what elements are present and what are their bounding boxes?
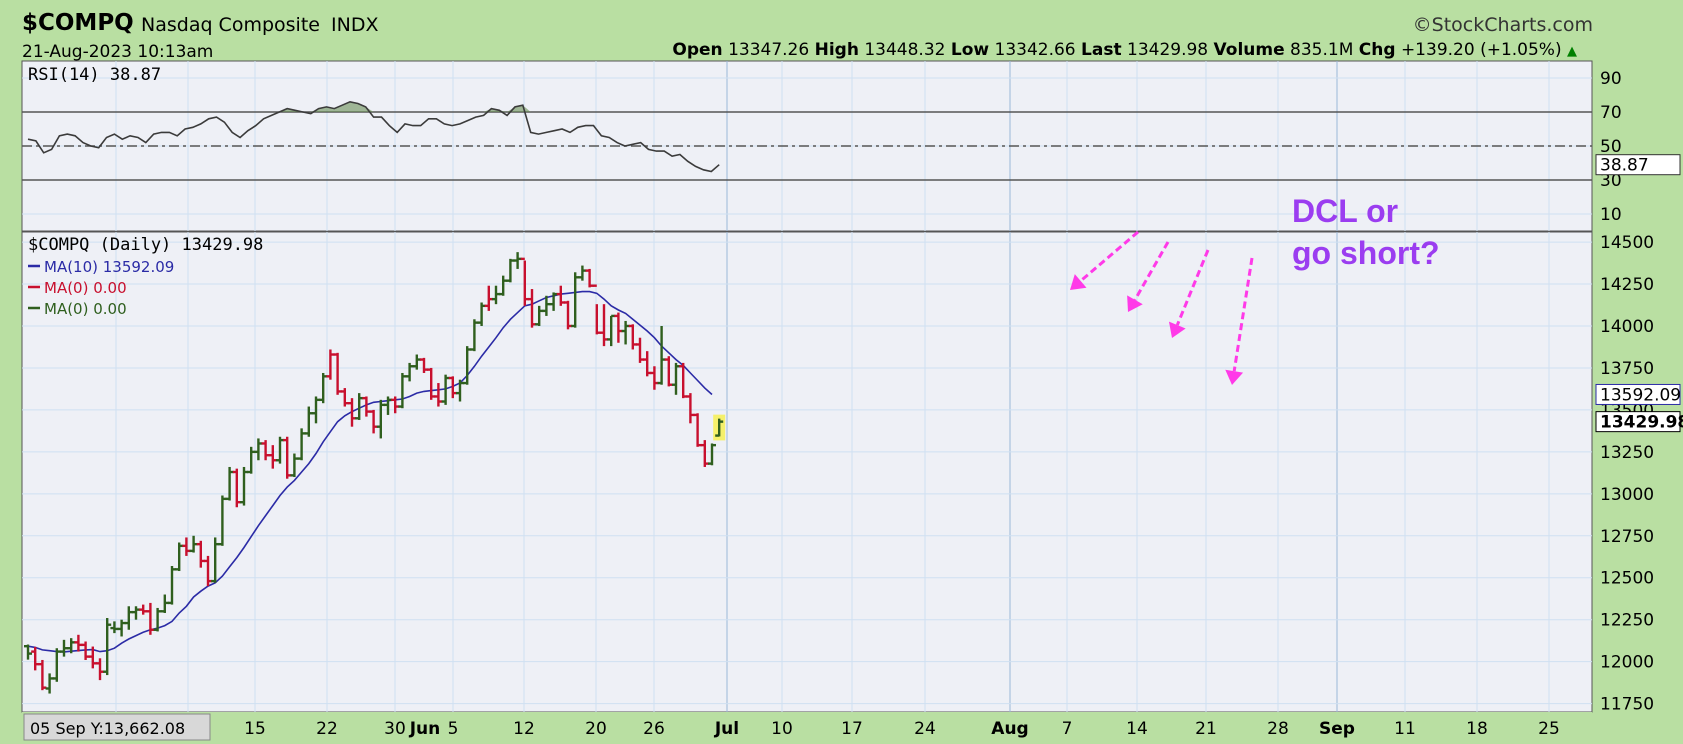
- price-tick-label: 12000: [1600, 653, 1654, 673]
- rsi-tick-label: 90: [1600, 69, 1622, 89]
- x-tick-label: 25: [1538, 719, 1560, 739]
- x-tick-label: 7: [1062, 719, 1073, 739]
- rsi-panel: 9070503010RSI(14) 38.8738.87: [21, 60, 1681, 232]
- price-tick-label: 12250: [1600, 611, 1654, 631]
- annotation-line2: go short?: [1292, 235, 1440, 271]
- x-tick-label: Sep: [1319, 719, 1355, 739]
- x-tick-label: Aug: [991, 719, 1028, 739]
- x-tick-label: 17: [841, 719, 863, 739]
- legend-label: MA(0) 0.00: [44, 279, 127, 297]
- price-tick-label: 13000: [1600, 485, 1654, 505]
- rsi-value-tag-text: 38.87: [1600, 156, 1649, 176]
- x-tick-label: 30: [384, 719, 406, 739]
- ma-value-tag-text: 13592.09: [1600, 385, 1681, 405]
- price-tick-label: 13250: [1600, 443, 1654, 463]
- x-tick-label: 21: [1195, 719, 1217, 739]
- x-tick-label: 28: [1267, 719, 1289, 739]
- x-tick-label: 26: [643, 719, 665, 739]
- price-title: $COMPQ (Daily) 13429.98: [28, 235, 263, 255]
- annotation-line1: DCL or: [1292, 193, 1398, 229]
- price-tick-label: 14000: [1600, 317, 1654, 337]
- x-tick-label: 24: [914, 719, 936, 739]
- x-axis: 05 Sep Y:13,662.08 15 22 30 Jun 5 12 20 26 Jul 10 1…: [22, 712, 1592, 744]
- price-value-tag-text: 13429.98: [1600, 413, 1683, 433]
- price-tick-label: 11750: [1600, 695, 1654, 715]
- price-plot-area: [21, 231, 1593, 713]
- price-tick-label: 14500: [1600, 233, 1654, 253]
- x-tick-label: 22: [316, 719, 338, 739]
- rsi-tick-label: 50: [1600, 137, 1622, 157]
- price-tick-label: 14250: [1600, 275, 1654, 295]
- rsi-tick-label: 10: [1600, 205, 1622, 225]
- rsi-tick-label: 70: [1600, 103, 1622, 123]
- chart-svg: 90 70 50 30 10 RSI(14) 38.87 38.87 14500 14250 1…: [21, 60, 1683, 744]
- price-tick-label: 12500: [1600, 569, 1654, 589]
- overview-label: 05 Sep Y:13,662.08: [30, 719, 185, 738]
- legend-label: MA(10) 13592.09: [44, 258, 174, 276]
- x-tick-label: 20: [585, 719, 607, 739]
- legend-label: MA(0) 0.00: [44, 300, 127, 318]
- x-tick-label: Jul: [714, 719, 739, 739]
- x-tick-label: 14: [1126, 719, 1148, 739]
- x-tick-label: 5: [448, 719, 459, 739]
- price-panel: 1450014250140001375013500132501300012750…: [21, 231, 1683, 715]
- price-tick-label: 12750: [1600, 527, 1654, 547]
- x-tick-label: 18: [1466, 719, 1488, 739]
- x-tick-label: 12: [513, 719, 535, 739]
- price-tick-label: 13750: [1600, 359, 1654, 379]
- x-tick-label: Jun: [409, 719, 441, 739]
- x-tick-label: 15: [244, 719, 266, 739]
- rsi-title: RSI(14) 38.87: [28, 65, 161, 85]
- x-tick-label: 10: [771, 719, 793, 739]
- x-tick-label: 11: [1394, 719, 1416, 739]
